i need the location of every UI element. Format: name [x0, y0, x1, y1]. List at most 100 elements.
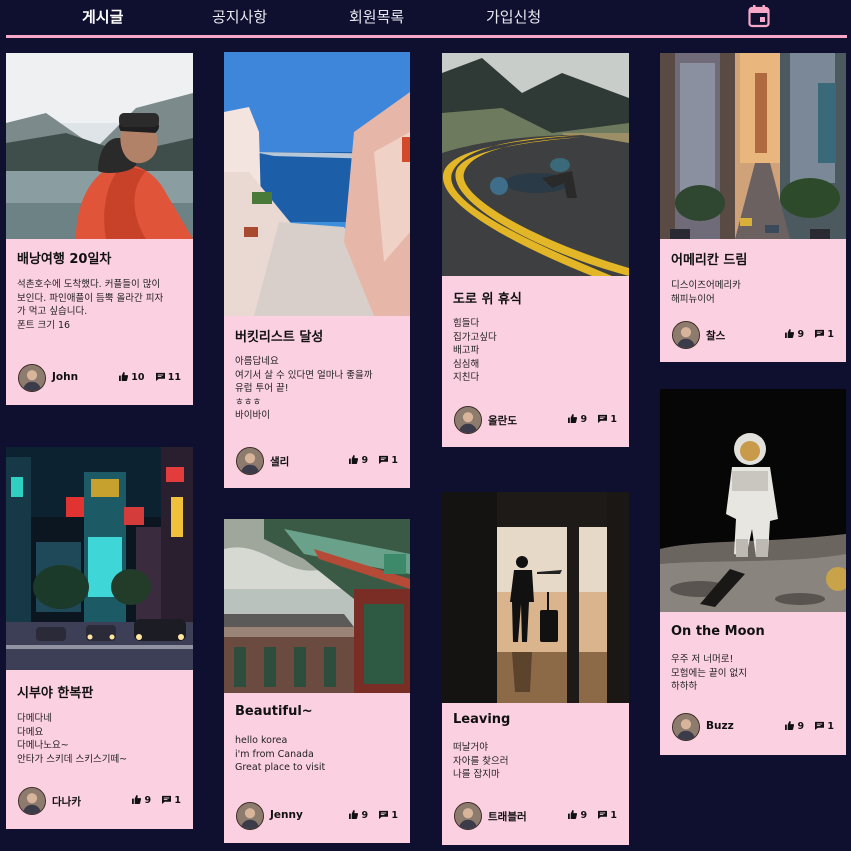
post-photo-santorini: [224, 52, 410, 316]
comment-icon: [162, 795, 171, 804]
post-stats: 9 1: [560, 414, 617, 425]
thumbs-up-icon: [785, 329, 794, 338]
post-title: 어메리칸 드림: [671, 253, 748, 268]
comment-icon: [598, 414, 607, 423]
author-name[interactable]: 샐리: [270, 454, 289, 469]
comment-count[interactable]: 1: [162, 795, 181, 806]
thumbs-up-icon: [119, 372, 128, 381]
avatar[interactable]: [18, 787, 46, 815]
comment-icon: [156, 372, 165, 381]
post-footer: 트래블러 9 1: [454, 802, 617, 830]
post-stats: 9 1: [341, 810, 398, 821]
calendar-icon[interactable]: [748, 4, 770, 28]
thumbs-up-icon: [349, 810, 358, 819]
post-card[interactable]: 도로 위 휴식 힘들다 집가고싶다 배고파 심심해 지친다 올란도 9 1: [442, 53, 629, 447]
post-body: hello korea i'm from Canada Great place …: [235, 735, 326, 774]
post-card[interactable]: 어메리칸 드림 디스이즈어메리카 해피뉴이어 찰스 9 1: [660, 53, 846, 362]
post-stats: 9 1: [777, 329, 834, 340]
comment-count[interactable]: 1: [815, 329, 834, 340]
post-stats: 10 11: [111, 372, 181, 383]
comment-count[interactable]: 1: [598, 414, 617, 425]
like-count[interactable]: 9: [568, 810, 587, 821]
post-footer: Buzz 9 1: [672, 713, 834, 741]
author-name[interactable]: John: [52, 371, 78, 383]
post-footer: Jenny 9 1: [236, 802, 398, 830]
post-title: 도로 위 휴식: [453, 292, 522, 307]
avatar[interactable]: [454, 406, 482, 434]
comment-icon: [379, 810, 388, 819]
top-nav: 게시글 공지사항 회원목록 가입신청: [0, 0, 851, 38]
post-photo-backpacker: [6, 53, 193, 239]
post-photo-city-street: [660, 53, 846, 239]
thumbs-up-icon: [568, 414, 577, 423]
post-card[interactable]: Leaving 떠날거야 자아를 찾으러 나를 잡지마 트래블러 9 1: [442, 492, 629, 845]
post-stats: 9 1: [560, 810, 617, 821]
post-card[interactable]: 시부야 한복판 다메다네 다메요 다메나노요~ 안타가 스키데 스키스기떼~ 다…: [6, 447, 193, 829]
post-stats: 9 1: [341, 455, 398, 466]
avatar[interactable]: [236, 802, 264, 830]
post-body: 아름답네요 여기서 살 수 있다면 얼마나 좋을까 유럽 투어 끝! ㅎㅎㅎ 바…: [235, 356, 373, 422]
nav-tab-signup[interactable]: 가입신청: [486, 6, 541, 28]
author-name[interactable]: Buzz: [706, 720, 734, 732]
post-photo-moon: [660, 389, 846, 612]
post-footer: 찰스 9 1: [672, 321, 834, 349]
post-card[interactable]: Beautiful~ hello korea i'm from Canada G…: [224, 519, 410, 843]
author-name[interactable]: 올란도: [488, 413, 517, 428]
comment-count[interactable]: 1: [379, 455, 398, 466]
post-card[interactable]: On the Moon 우주 저 너머로! 모험에는 끝이 없지 하하하 Buz…: [660, 389, 846, 755]
nav-divider: [6, 35, 847, 38]
like-count[interactable]: 9: [568, 414, 587, 425]
post-stats: 9 1: [777, 721, 834, 732]
like-count[interactable]: 9: [785, 721, 804, 732]
like-count[interactable]: 10: [119, 372, 144, 383]
author-name[interactable]: 트래블러: [488, 809, 527, 824]
like-count[interactable]: 9: [132, 795, 151, 806]
post-footer: 샐리 9 1: [236, 447, 398, 475]
thumbs-up-icon: [568, 810, 577, 819]
avatar[interactable]: [454, 802, 482, 830]
post-stats: 9 1: [124, 795, 181, 806]
comment-count[interactable]: 1: [815, 721, 834, 732]
comment-count[interactable]: 11: [156, 372, 181, 383]
post-body: 힘들다 집가고싶다 배고파 심심해 지친다: [453, 318, 497, 384]
post-title: On the Moon: [671, 624, 765, 639]
avatar[interactable]: [672, 321, 700, 349]
post-title: 배낭여행 20일차: [17, 252, 112, 267]
comment-icon: [598, 810, 607, 819]
comment-count[interactable]: 1: [379, 810, 398, 821]
post-photo-road: [442, 53, 629, 276]
avatar[interactable]: [18, 364, 46, 392]
post-title: Leaving: [453, 712, 511, 727]
like-count[interactable]: 9: [349, 455, 368, 466]
post-card[interactable]: 배낭여행 20일차 석촌호수에 도착했다. 커플들이 많이 보인다. 파인애플이…: [6, 53, 193, 405]
author-name[interactable]: 찰스: [706, 328, 725, 343]
like-count[interactable]: 9: [785, 329, 804, 340]
thumbs-up-icon: [349, 455, 358, 464]
post-photo-palace: [224, 519, 410, 693]
author-name[interactable]: Jenny: [270, 809, 303, 821]
author-name[interactable]: 다나카: [52, 794, 81, 809]
thumbs-up-icon: [785, 721, 794, 730]
thumbs-up-icon: [132, 795, 141, 804]
post-title: 시부야 한복판: [17, 686, 94, 701]
post-body: 석촌호수에 도착했다. 커플들이 많이 보인다. 파인애플이 듬뿍 올라간 피자…: [17, 279, 164, 331]
comment-icon: [815, 721, 824, 730]
post-body: 우주 저 너머로! 모험에는 끝이 없지 하하하: [671, 654, 747, 693]
comment-icon: [815, 329, 824, 338]
nav-tab-posts[interactable]: 게시글: [82, 6, 123, 28]
nav-tab-notices[interactable]: 공지사항: [212, 6, 267, 28]
post-body: 떠날거야 자아를 찾으러 나를 잡지마: [453, 742, 509, 781]
post-footer: 올란도 9 1: [454, 406, 617, 434]
like-count[interactable]: 9: [349, 810, 368, 821]
avatar[interactable]: [236, 447, 264, 475]
post-photo-shibuya: [6, 447, 193, 670]
avatar[interactable]: [672, 713, 700, 741]
post-body: 다메다네 다메요 다메나노요~ 안타가 스키데 스키스기떼~: [17, 713, 128, 765]
post-card[interactable]: 버킷리스트 달성 아름답네요 여기서 살 수 있다면 얼마나 좋을까 유럽 투어…: [224, 52, 410, 488]
comment-icon: [379, 455, 388, 464]
post-photo-airport: [442, 492, 629, 703]
post-footer: John 10 11: [18, 364, 181, 392]
post-title: 버킷리스트 달성: [235, 330, 324, 345]
nav-tab-members[interactable]: 회원목록: [349, 6, 404, 28]
comment-count[interactable]: 1: [598, 810, 617, 821]
